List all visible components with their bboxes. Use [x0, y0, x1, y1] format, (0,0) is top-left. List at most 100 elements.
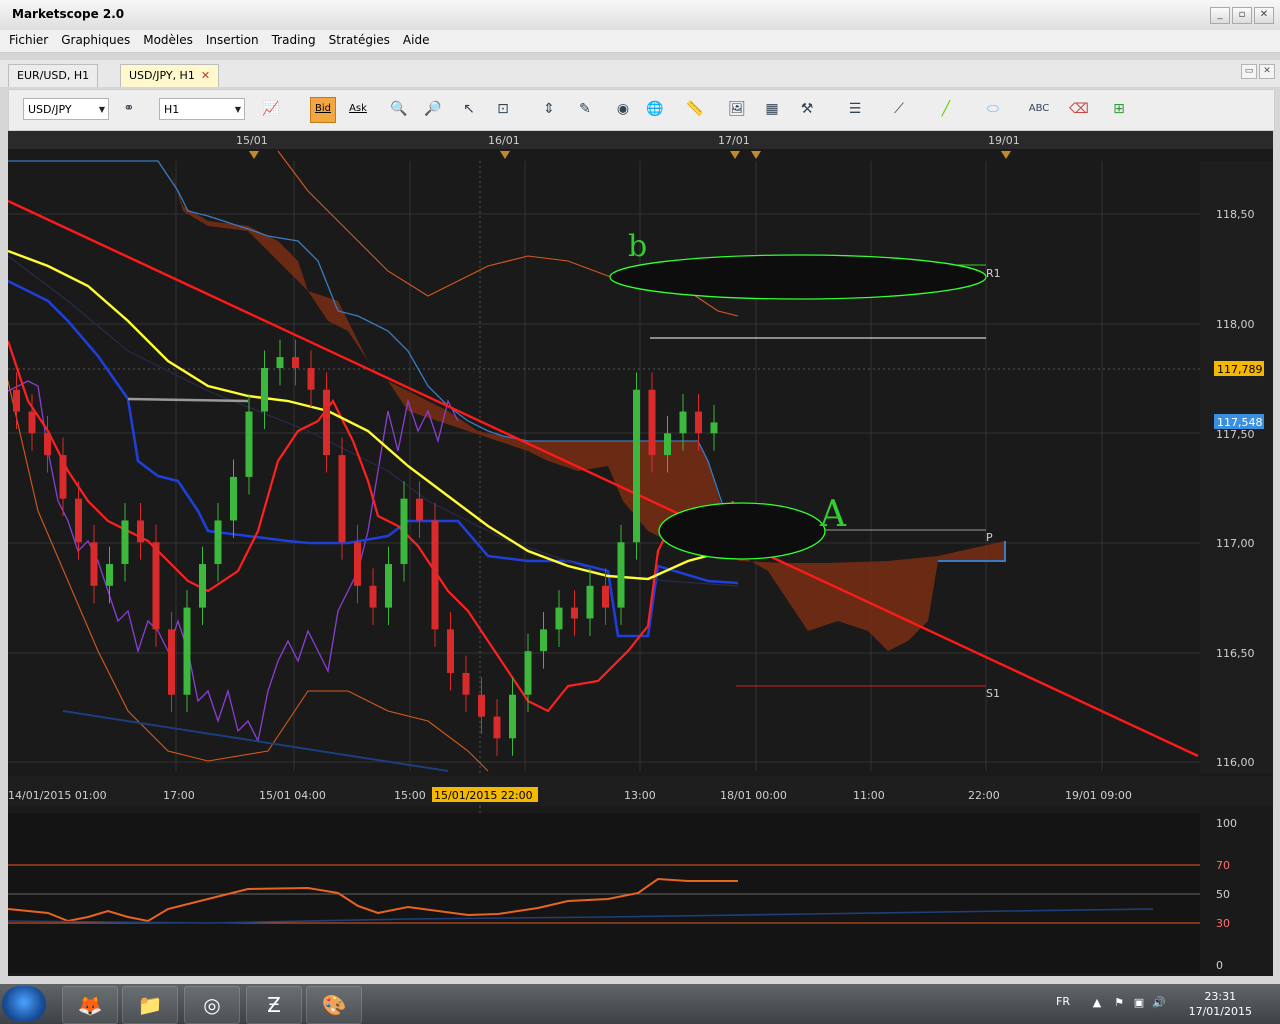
instrument-value: USD/JPY	[28, 103, 72, 116]
date-marker: 15/01	[236, 134, 268, 147]
marker-triangle	[249, 151, 259, 159]
candle-down	[168, 629, 175, 695]
ruler-icon[interactable]: 📏	[683, 97, 707, 121]
close-tab-panel-button[interactable]: ✕	[1259, 64, 1275, 79]
tab-label: USD/JPY, H1	[129, 69, 195, 82]
candle-down	[152, 542, 160, 630]
time-label: 11:00	[853, 789, 885, 802]
explorer-icon[interactable]: 📁	[122, 986, 178, 1024]
chevron-down-icon: ▼	[98, 105, 105, 114]
menu-modeles[interactable]: Modèles	[134, 30, 197, 47]
candle-down	[648, 389, 656, 456]
menu-trading[interactable]: Trading	[263, 30, 320, 47]
instrument-select[interactable]: USD/JPY ▼	[23, 98, 109, 120]
candle-down	[478, 694, 485, 717]
zoom-range-icon[interactable]: ⊡	[491, 97, 515, 121]
fib-icon[interactable]: ⚒	[795, 97, 819, 121]
time-label: 22:00	[968, 789, 1000, 802]
chrome-icon[interactable]: ◎	[184, 986, 240, 1024]
close-tab-icon[interactable]: ✕	[201, 69, 210, 82]
compare-icon[interactable]: ⚭	[117, 97, 141, 121]
system-tray: FR ▲ ⚑ ▣ 🔊 23:31 17/01/2015	[1050, 984, 1280, 1024]
candle-up	[183, 607, 191, 695]
candle-down	[137, 520, 144, 543]
language-indicator[interactable]: FR	[1056, 995, 1070, 1008]
candle-up	[400, 498, 408, 565]
menu-graphiques[interactable]: Graphiques	[52, 30, 134, 47]
price-label: 117,00	[1216, 537, 1255, 550]
candle-up	[586, 585, 594, 619]
app-icon[interactable]: Ƶ	[246, 986, 302, 1024]
price-chart[interactable]: 15/01 16/01 17/01 19/01 R1 P S1 b A 118,…	[6, 131, 1273, 976]
zoom-in-icon[interactable]: 🔍	[387, 97, 411, 121]
candle-down	[571, 607, 578, 619]
candle-up	[633, 389, 640, 543]
eraser-icon[interactable]: ⌫	[1067, 97, 1091, 121]
template-icon[interactable]: ▦	[760, 97, 784, 121]
close-button[interactable]: ✕	[1254, 7, 1274, 24]
text-icon[interactable]: ABC	[1027, 97, 1051, 121]
time-label: 14/01/2015 01:00	[8, 789, 107, 802]
windows-taskbar: 🦊 📁 ◎ Ƶ 🎨 FR ▲ ⚑ ▣ 🔊 23:31 17/01/2015	[0, 984, 1280, 1024]
tab-usdjpy[interactable]: USD/JPY, H1 ✕	[120, 64, 220, 87]
osc-label: 100	[1216, 817, 1237, 830]
restore-tab-button[interactable]: ▭	[1241, 64, 1257, 79]
date-marker: 17/01	[718, 134, 750, 147]
flag-icon[interactable]: ⚑	[1112, 996, 1126, 1010]
time-label: 17:00	[163, 789, 195, 802]
candle-down	[307, 367, 315, 390]
time-label: 13:00	[624, 789, 656, 802]
menu-bar: Fichier Graphiques Modèles Insertion Trading…	[0, 30, 1280, 53]
globe-icon[interactable]: 🌐	[643, 97, 667, 121]
candle-down	[28, 411, 36, 434]
menu-aide[interactable]: Aide	[394, 30, 434, 47]
eye-icon[interactable]: ◉	[611, 97, 635, 121]
tab-label: EUR/USD, H1	[17, 69, 90, 82]
trendline-icon[interactable]: ╱	[934, 97, 958, 121]
gann-icon[interactable]: ⟋	[887, 97, 911, 121]
paint-icon[interactable]: 🎨	[306, 986, 362, 1024]
timeframe-select[interactable]: H1 ▼	[159, 98, 245, 120]
indicator-icon[interactable]: 📈	[259, 97, 283, 121]
lines-icon[interactable]: ☰	[843, 97, 867, 121]
current-price-label: 117,789	[1217, 363, 1263, 376]
candle-down	[354, 542, 361, 586]
marker-triangle	[751, 151, 761, 159]
bid-button[interactable]: Bid	[310, 97, 336, 123]
chart-tabs: EUR/USD, H1 USD/JPY, H1 ✕	[0, 60, 1280, 87]
ellipse-annotation-top[interactable]	[609, 254, 987, 300]
hierarchy-icon[interactable]: ⊞	[1107, 97, 1131, 121]
candle-down	[369, 585, 377, 608]
zoom-out-icon[interactable]: 🔎	[421, 97, 445, 121]
tab-eurusd[interactable]: EUR/USD, H1	[8, 64, 99, 87]
chevron-up-icon[interactable]: ▲	[1090, 996, 1104, 1010]
minimize-button[interactable]: _	[1210, 7, 1230, 24]
chart-toolbar: USD/JPY ▼ ⚭ H1 ▼ 📈 Bid Ask 🔍 🔎 ↖ ⊡ ⇕ ✎ ◉ 🌐…	[8, 89, 1275, 131]
candle-up	[664, 433, 671, 456]
candle-down	[431, 520, 439, 630]
edit-chart-icon[interactable]: ✎	[573, 97, 597, 121]
firefox-icon[interactable]: 🦊	[62, 986, 118, 1024]
volume-icon[interactable]: 🔊	[1152, 996, 1166, 1010]
menu-fichier[interactable]: Fichier	[0, 30, 52, 47]
dark-ma-line	[7, 255, 739, 587]
menu-strategies[interactable]: Stratégies	[320, 30, 394, 47]
ellipse-annotation-middle[interactable]	[658, 502, 826, 560]
image-icon[interactable]: 🖼	[725, 97, 749, 121]
ask-button[interactable]: Ask	[346, 97, 370, 121]
start-button[interactable]	[2, 986, 46, 1022]
ellipse-icon[interactable]: ⬭	[981, 97, 1005, 121]
candle-up	[540, 629, 547, 652]
cursor-icon[interactable]: ↖	[457, 97, 481, 121]
menu-insertion[interactable]: Insertion	[197, 30, 263, 47]
candle-up	[617, 542, 625, 608]
osc-label: 0	[1216, 959, 1223, 972]
candle-up	[509, 694, 516, 739]
price-label: 116,00	[1216, 756, 1255, 769]
scale-icon[interactable]: ⇕	[537, 97, 561, 121]
candle-down	[416, 498, 423, 521]
clock[interactable]: 23:31 17/01/2015	[1189, 989, 1252, 1019]
marker-triangle	[730, 151, 740, 159]
network-icon[interactable]: ▣	[1132, 996, 1146, 1010]
maximize-button[interactable]: ▫	[1232, 7, 1252, 24]
